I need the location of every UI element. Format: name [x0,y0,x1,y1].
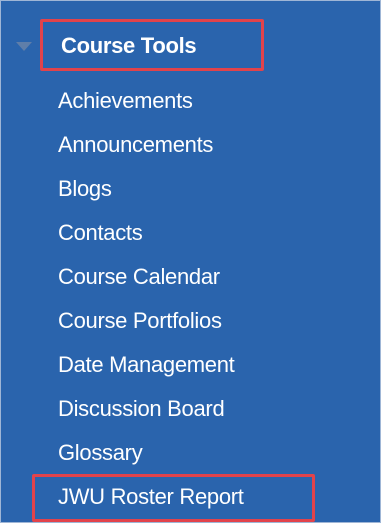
caret-down-icon[interactable] [16,42,32,51]
menu-item-glossary[interactable]: Glossary [1,431,380,475]
menu-item-course-calendar[interactable]: Course Calendar [1,255,380,299]
menu-item-contacts[interactable]: Contacts [1,211,380,255]
course-tools-title[interactable]: Course Tools [61,33,197,59]
course-tools-menu: Achievements Announcements Blogs Contact… [1,79,380,522]
menu-item-discussion-board[interactable]: Discussion Board [1,387,380,431]
menu-item-announcements[interactable]: Announcements [1,123,380,167]
course-tools-highlight: Course Tools [40,19,264,71]
menu-item-date-management[interactable]: Date Management [1,343,380,387]
menu-item-achievements[interactable]: Achievements [1,79,380,123]
menu-item-course-portfolios[interactable]: Course Portfolios [1,299,380,343]
menu-item-blogs[interactable]: Blogs [1,167,380,211]
menu-item-jwu-roster-report[interactable]: JWU Roster Report [1,474,380,522]
course-tools-header[interactable]: Course Tools [1,19,380,71]
course-tools-panel: Course Tools Achievements Announcements … [0,0,381,523]
